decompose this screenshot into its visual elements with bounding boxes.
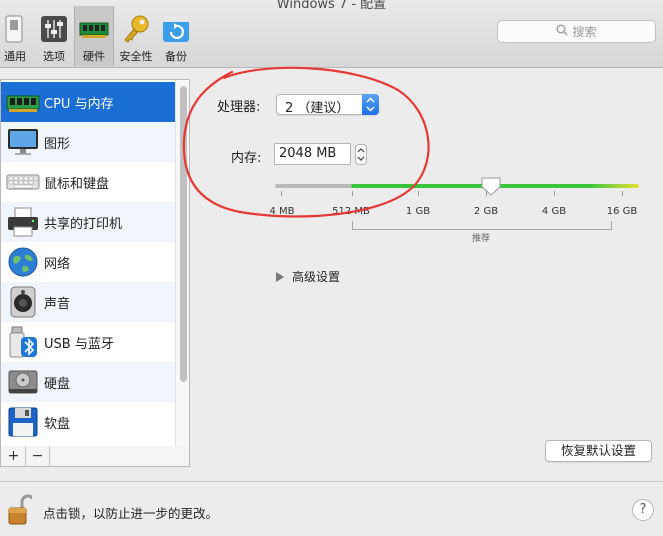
sidebar-scroll-thumb[interactable] bbox=[180, 86, 187, 382]
slider-scale-label: 4 GB bbox=[541, 206, 567, 217]
floppy-disk-icon bbox=[6, 405, 40, 439]
sidebar-item-label: 图形 bbox=[44, 136, 71, 152]
slider-tick bbox=[352, 191, 353, 196]
disclosure-triangle-icon bbox=[276, 271, 284, 282]
help-button[interactable]: ? bbox=[632, 499, 654, 521]
sidebar-scrollbar[interactable] bbox=[175, 80, 189, 446]
tab-security-label: 安全性 bbox=[119, 50, 153, 63]
sidebar-item-label: 鼠标和键盘 bbox=[44, 176, 110, 192]
slider-scale-label: 1 GB bbox=[405, 206, 431, 217]
memory-field[interactable]: 2048 MB bbox=[274, 143, 351, 165]
sidebar-item-floppy-disk[interactable]: 软盘 bbox=[1, 402, 175, 442]
recommended-range-bracket bbox=[352, 221, 612, 230]
sidebar-item-network[interactable]: 网络 bbox=[1, 242, 175, 282]
sidebar-item-cpu-memory[interactable]: CPU 与内存 bbox=[1, 82, 175, 122]
sidebar-item-label: USB 与蓝牙 bbox=[44, 336, 114, 352]
memory-label: 内存: bbox=[231, 151, 262, 166]
globe-icon bbox=[6, 245, 40, 279]
general-switch-icon bbox=[0, 14, 30, 44]
stepper-arrows-icon bbox=[357, 148, 365, 161]
recommended-range-label: 推荐 bbox=[472, 234, 491, 244]
hardware-chip-icon bbox=[79, 14, 109, 44]
slider-tick bbox=[486, 191, 487, 196]
speaker-icon bbox=[6, 285, 40, 319]
add-device-button[interactable]: + bbox=[2, 446, 26, 466]
monitor-icon bbox=[6, 125, 40, 159]
slider-tick bbox=[281, 191, 282, 196]
tab-backup[interactable]: 备份 bbox=[160, 6, 192, 66]
tab-hardware[interactable]: 硬件 bbox=[74, 6, 114, 66]
slider-scale-label: 2 GB bbox=[473, 206, 499, 217]
cpu-label: 处理器: bbox=[217, 100, 261, 115]
sidebar-item-usb-bluetooth[interactable]: USB 与蓝牙 bbox=[1, 322, 175, 362]
remove-device-button[interactable]: − bbox=[26, 446, 50, 466]
sidebar-item-sound[interactable]: 声音 bbox=[1, 282, 175, 322]
sidebar-item-graphics[interactable]: 图形 bbox=[1, 122, 175, 162]
cpu-count-value: 2 （建议） bbox=[285, 101, 350, 116]
slider-tick bbox=[622, 191, 623, 196]
sidebar-item-hard-disk[interactable]: 硬盘 bbox=[1, 362, 175, 402]
tab-options-label: 选项 bbox=[43, 50, 65, 63]
sidebar-item-label: 硬盘 bbox=[44, 376, 71, 392]
footer-divider bbox=[0, 481, 663, 482]
key-icon bbox=[121, 14, 151, 44]
search-input[interactable]: 搜索 bbox=[497, 20, 656, 43]
sidebar: CPU 与内存 图形 鼠标和键盘 共享的打印机 网络 声音 USB 与蓝牙 硬盘… bbox=[0, 79, 190, 447]
slider-tick bbox=[418, 191, 419, 196]
slider-scale-label: 512 MB bbox=[332, 206, 370, 217]
tab-options[interactable]: 选项 bbox=[36, 6, 72, 66]
cpu-count-select[interactable]: 2 （建议） bbox=[276, 94, 379, 116]
memory-slider-track[interactable] bbox=[275, 184, 639, 188]
sidebar-item-label: CPU 与内存 bbox=[44, 96, 114, 112]
advanced-settings-label: 高级设置 bbox=[292, 270, 341, 284]
sidebar-item-shared-printer[interactable]: 共享的打印机 bbox=[1, 202, 175, 242]
tab-general[interactable]: 通用 bbox=[0, 6, 30, 66]
sidebar-footer: + − bbox=[0, 446, 190, 467]
select-arrows-icon bbox=[362, 94, 379, 115]
memory-chip-icon bbox=[6, 85, 40, 119]
slider-scale-label: 4 MB bbox=[269, 206, 295, 217]
slider-scale-label: 16 GB bbox=[606, 206, 638, 217]
lock-hint-text: 点击锁，以防止进一步的更改。 bbox=[43, 506, 219, 521]
sidebar-item-label: 声音 bbox=[44, 296, 71, 312]
advanced-settings-disclosure[interactable]: 高级设置 bbox=[276, 268, 340, 285]
lock-icon[interactable] bbox=[8, 494, 36, 526]
tab-hardware-label: 硬件 bbox=[83, 50, 105, 63]
memory-slider-thumb[interactable] bbox=[480, 177, 502, 197]
backup-icon bbox=[161, 14, 191, 44]
search-placeholder: 搜索 bbox=[572, 25, 597, 39]
tab-security[interactable]: 安全性 bbox=[116, 6, 156, 66]
options-sliders-icon bbox=[39, 14, 69, 44]
sidebar-item-label: 共享的打印机 bbox=[44, 216, 123, 232]
tab-backup-label: 备份 bbox=[165, 50, 187, 63]
printer-icon bbox=[6, 205, 40, 239]
memory-stepper[interactable] bbox=[355, 144, 367, 165]
slider-tick bbox=[554, 191, 555, 196]
search-icon bbox=[556, 24, 568, 39]
sidebar-item-label: 软盘 bbox=[44, 416, 71, 432]
keyboard-icon bbox=[6, 165, 40, 199]
sidebar-item-mouse-keyboard[interactable]: 鼠标和键盘 bbox=[1, 162, 175, 202]
memory-value: 2048 MB bbox=[279, 146, 337, 161]
toolbar: Windows 7 - 配置 通用 选项 硬件 安全性 备份 搜索 bbox=[0, 0, 663, 68]
hard-disk-icon bbox=[6, 365, 40, 399]
restore-defaults-button[interactable]: 恢复默认设置 bbox=[545, 440, 652, 462]
sidebar-item-label: 网络 bbox=[44, 256, 71, 272]
usb-bluetooth-icon bbox=[6, 325, 40, 359]
tab-general-label: 通用 bbox=[4, 50, 26, 63]
